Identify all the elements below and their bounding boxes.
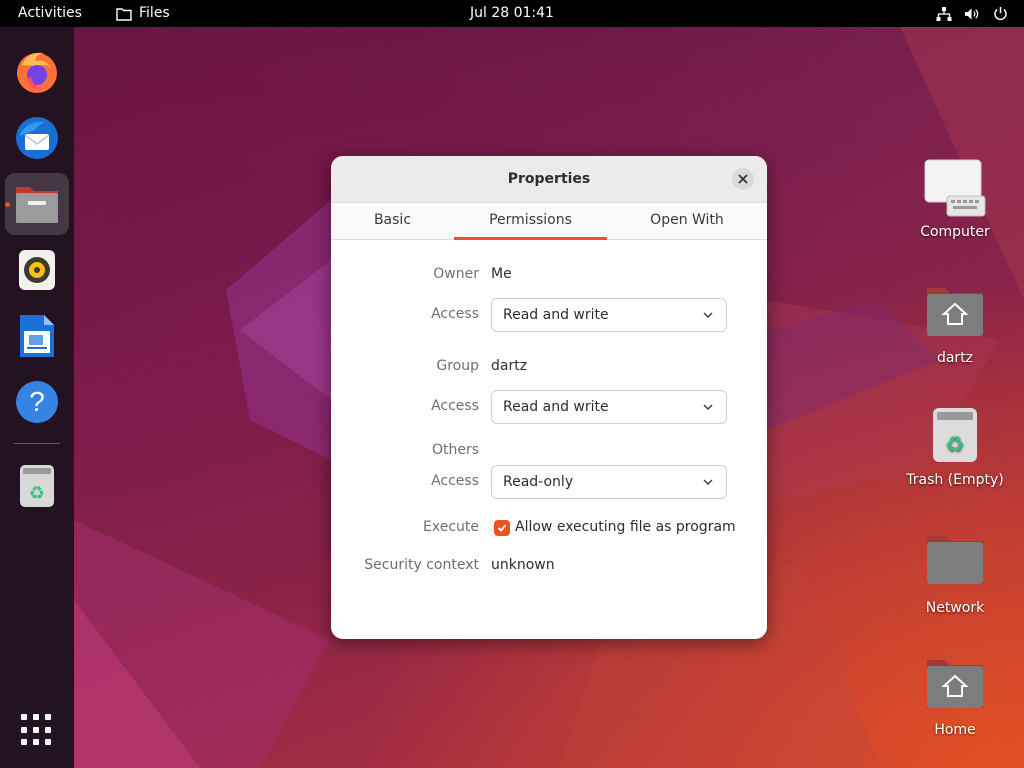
system-tray[interactable]	[936, 0, 1008, 27]
thunderbird-icon	[16, 117, 58, 159]
others-label: Others	[431, 442, 479, 458]
network-icon	[936, 6, 952, 22]
owner-access-label: Access	[431, 306, 479, 322]
volume-icon	[964, 6, 980, 22]
others-access-dropdown[interactable]: Read-only	[491, 465, 727, 499]
desktop-icon-computer[interactable]: Computer	[900, 158, 1010, 240]
computer-icon	[924, 159, 986, 217]
close-icon	[738, 174, 748, 184]
power-icon	[992, 6, 1008, 22]
others-access-value: Read-only	[503, 474, 574, 490]
home-folder-icon	[927, 660, 983, 708]
group-label: Group	[436, 358, 479, 374]
files-icon	[16, 187, 58, 223]
dock-item-writer[interactable]	[5, 305, 69, 367]
chevron-down-icon	[703, 404, 713, 410]
properties-dialog: Properties Basic Permissions Open With O…	[331, 156, 767, 639]
dock-item-trash[interactable]: ♻	[5, 455, 69, 517]
chevron-down-icon	[703, 312, 713, 318]
desktop-icon-label: Trash (Empty)	[906, 472, 1004, 488]
rhythmbox-icon	[19, 250, 55, 290]
tab-basic[interactable]: Basic	[331, 203, 454, 240]
owner-value: Me	[491, 266, 512, 282]
desktop-icon-label: Home	[934, 722, 976, 738]
dock-item-help[interactable]: ?	[5, 371, 69, 433]
tab-bar: Basic Permissions Open With	[331, 203, 767, 240]
desktop-icon-trash[interactable]: ♻ Trash (Empty)	[900, 406, 1010, 488]
security-context-value: unknown	[491, 557, 555, 573]
clock-button[interactable]: Jul 28 01:41	[470, 5, 554, 21]
group-access-dropdown[interactable]: Read and write	[491, 390, 727, 424]
execute-checkbox-label[interactable]: Allow executing file as program	[515, 519, 736, 535]
running-indicator	[5, 202, 10, 207]
folder-icon	[116, 7, 132, 21]
show-apps-button[interactable]	[20, 713, 54, 747]
owner-access-dropdown[interactable]: Read and write	[491, 298, 727, 332]
svg-text:♻: ♻	[29, 483, 45, 504]
trash-icon: ♻	[20, 465, 54, 507]
home-folder-icon	[927, 288, 983, 336]
trash-icon: ♻	[933, 408, 977, 462]
desktop-icon-home[interactable]: Home	[900, 656, 1010, 738]
network-folder-icon	[927, 536, 983, 584]
app-menu-button[interactable]: Files	[116, 0, 170, 27]
activities-button[interactable]: Activities	[18, 0, 82, 27]
owner-access-value: Read and write	[503, 307, 609, 323]
desktop-icon-label: dartz	[936, 350, 974, 366]
execute-checkbox[interactable]	[494, 520, 510, 536]
help-icon: ?	[16, 381, 58, 423]
svg-text:♻: ♻	[945, 433, 965, 458]
execute-label: Execute	[423, 519, 479, 535]
chevron-down-icon	[703, 479, 713, 485]
dock: ? ♻	[0, 27, 74, 768]
dock-item-rhythmbox[interactable]	[5, 239, 69, 301]
desktop-icon-label: Computer	[920, 224, 990, 240]
close-button[interactable]	[732, 168, 754, 190]
top-bar: Activities Files Jul 28 01:41	[0, 0, 1024, 27]
libreoffice-writer-icon	[20, 315, 54, 357]
owner-label: Owner	[433, 266, 479, 282]
app-menu-label: Files	[139, 5, 170, 21]
group-value: dartz	[491, 358, 528, 374]
group-access-label: Access	[431, 398, 479, 414]
group-access-value: Read and write	[503, 399, 609, 415]
checkmark-icon	[497, 524, 507, 532]
dialog-header: Properties	[331, 156, 767, 203]
tab-permissions[interactable]: Permissions	[454, 203, 607, 240]
firefox-icon	[17, 52, 57, 93]
desktop-icon-label: Network	[925, 600, 985, 616]
svg-text:?: ?	[29, 386, 45, 417]
desktop-icon-dartz[interactable]: dartz	[900, 284, 1010, 366]
dock-item-files[interactable]	[5, 173, 69, 235]
tab-open-with[interactable]: Open With	[607, 203, 767, 240]
dock-item-firefox[interactable]	[5, 41, 69, 103]
dialog-title: Properties	[507, 171, 591, 187]
desktop-icon-network[interactable]: Network	[900, 534, 1010, 616]
security-context-label: Security context	[364, 557, 479, 573]
dock-separator	[14, 443, 60, 444]
others-access-label: Access	[431, 473, 479, 489]
dock-item-thunderbird[interactable]	[5, 107, 69, 169]
